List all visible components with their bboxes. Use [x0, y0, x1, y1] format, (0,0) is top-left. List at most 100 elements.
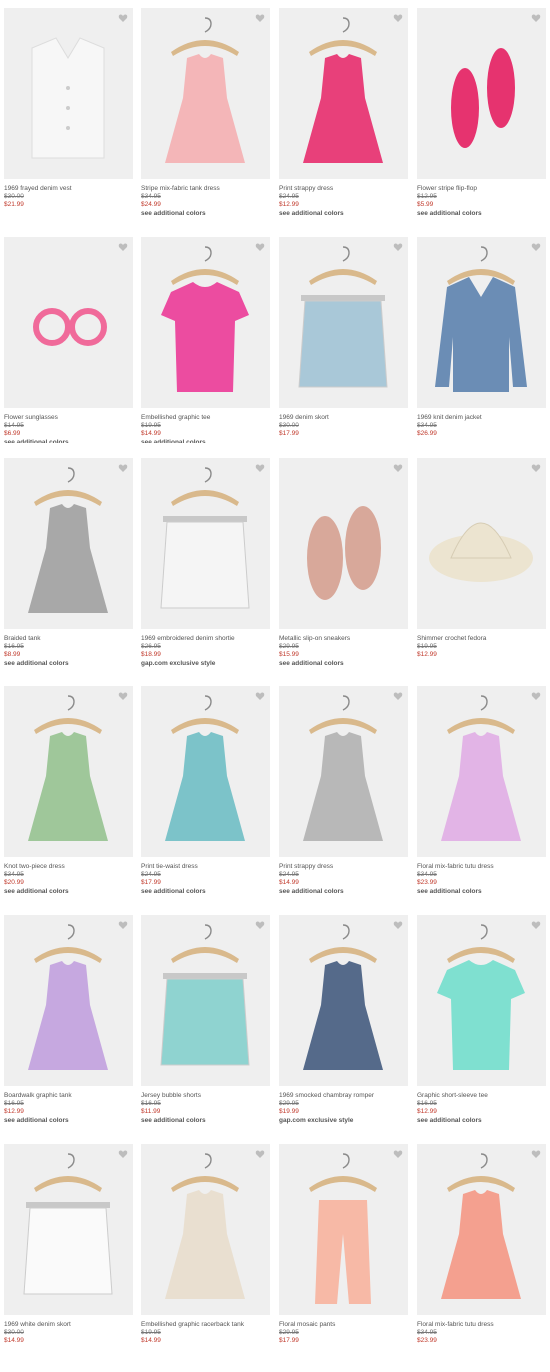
see-additional-colors-link[interactable]: see additional colors — [141, 439, 206, 443]
favorite-heart-icon[interactable] — [118, 1149, 128, 1159]
product-name[interactable]: Floral mix-fabric tutu dress — [417, 1321, 494, 1329]
product-image[interactable] — [417, 915, 546, 1086]
product-image[interactable] — [141, 915, 270, 1086]
product-card[interactable]: Embellished graphic tee $19.95 $14.99 see a… — [141, 237, 270, 465]
see-additional-colors-link[interactable]: see additional colors — [4, 888, 69, 896]
see-additional-colors-link[interactable]: see additional colors — [279, 210, 344, 218]
product-card[interactable]: 1969 embroidered denim shortie $26.95 $18.… — [141, 458, 270, 686]
product-name[interactable]: 1969 embroidered denim shortie — [141, 635, 235, 643]
product-name[interactable]: Embellished graphic racerback tank — [141, 1321, 244, 1329]
see-additional-colors-link[interactable]: see additional colors — [417, 1117, 482, 1125]
product-card[interactable]: Stripe mix-fabric tank dress $34.95 $24.99… — [141, 8, 270, 236]
product-card[interactable]: Knot two-piece dress $34.95 $20.99 see addi… — [4, 686, 133, 914]
see-additional-colors-link[interactable]: see additional colors — [4, 439, 69, 443]
product-image[interactable] — [4, 237, 133, 408]
see-additional-colors-link[interactable]: see additional colors — [141, 210, 206, 218]
favorite-heart-icon[interactable] — [393, 1149, 403, 1159]
product-name[interactable]: Print tie-waist dress — [141, 863, 198, 871]
product-name[interactable]: 1969 smocked chambray romper — [279, 1092, 374, 1100]
product-image[interactable] — [417, 8, 546, 179]
product-card[interactable]: 1969 knit denim jacket $34.95 $26.99 — [417, 237, 546, 465]
favorite-heart-icon[interactable] — [531, 920, 541, 930]
product-card[interactable]: Jersey bubble shorts $16.95 $11.99 see addi… — [141, 915, 270, 1143]
product-image[interactable] — [417, 237, 546, 408]
product-card[interactable]: 1969 denim skort $30.00 $17.99 — [279, 237, 408, 465]
favorite-heart-icon[interactable] — [255, 1149, 265, 1159]
product-card[interactable]: 1969 white denim skort $30.00 $14.99 — [4, 1144, 133, 1372]
product-name[interactable]: Knot two-piece dress — [4, 863, 65, 871]
favorite-heart-icon[interactable] — [118, 920, 128, 930]
product-card[interactable]: Boardwalk graphic tank $16.95 $12.99 see ad… — [4, 915, 133, 1143]
product-image[interactable] — [279, 458, 408, 629]
favorite-heart-icon[interactable] — [255, 242, 265, 252]
product-card[interactable]: Print tie-waist dress $24.95 $17.99 see add… — [141, 686, 270, 914]
favorite-heart-icon[interactable] — [393, 691, 403, 701]
favorite-heart-icon[interactable] — [255, 691, 265, 701]
product-card[interactable]: Metallic slip-on sneakers $29.95 $15.99 see… — [279, 458, 408, 686]
favorite-heart-icon[interactable] — [393, 13, 403, 23]
favorite-heart-icon[interactable] — [531, 463, 541, 473]
product-image[interactable] — [141, 1144, 270, 1315]
product-name[interactable]: Shimmer crochet fedora — [417, 635, 486, 643]
product-image[interactable] — [4, 915, 133, 1086]
see-additional-colors-link[interactable]: see additional colors — [417, 210, 482, 218]
favorite-heart-icon[interactable] — [118, 13, 128, 23]
favorite-heart-icon[interactable] — [118, 691, 128, 701]
product-image[interactable] — [279, 237, 408, 408]
product-image[interactable] — [4, 1144, 133, 1315]
favorite-heart-icon[interactable] — [393, 920, 403, 930]
product-name[interactable]: 1969 frayed denim vest — [4, 185, 72, 193]
product-name[interactable]: Flower sunglasses — [4, 414, 58, 422]
favorite-heart-icon[interactable] — [531, 242, 541, 252]
product-card[interactable]: Graphic short-sleeve tee $16.95 $12.99 see … — [417, 915, 546, 1143]
product-card[interactable]: 1969 frayed denim vest $30.00 $21.99 — [4, 8, 133, 236]
favorite-heart-icon[interactable] — [393, 463, 403, 473]
product-image[interactable] — [279, 686, 408, 857]
product-name[interactable]: Metallic slip-on sneakers — [279, 635, 350, 643]
product-name[interactable]: Floral mix-fabric tutu dress — [417, 863, 494, 871]
favorite-heart-icon[interactable] — [531, 691, 541, 701]
product-name[interactable]: Print strappy dress — [279, 185, 333, 193]
see-additional-colors-link[interactable]: see additional colors — [4, 1117, 69, 1125]
product-name[interactable]: Floral mosaic pants — [279, 1321, 335, 1329]
see-additional-colors-link[interactable]: see additional colors — [417, 888, 482, 896]
product-image[interactable] — [141, 8, 270, 179]
favorite-heart-icon[interactable] — [118, 242, 128, 252]
favorite-heart-icon[interactable] — [255, 13, 265, 23]
product-image[interactable] — [279, 8, 408, 179]
product-card[interactable]: Embellished graphic racerback tank $19.95… — [141, 1144, 270, 1372]
see-additional-colors-link[interactable]: see additional colors — [4, 660, 69, 668]
see-additional-colors-link[interactable]: see additional colors — [141, 888, 206, 896]
product-card[interactable]: 1969 smocked chambray romper $29.95 $19.99… — [279, 915, 408, 1143]
product-card[interactable]: Shimmer crochet fedora $19.95 $12.99 — [417, 458, 546, 686]
product-image[interactable] — [4, 686, 133, 857]
favorite-heart-icon[interactable] — [255, 463, 265, 473]
see-additional-colors-link[interactable]: see additional colors — [279, 660, 344, 668]
product-image[interactable] — [279, 915, 408, 1086]
favorite-heart-icon[interactable] — [393, 242, 403, 252]
product-card[interactable]: Floral mix-fabric tutu dress $34.95 $23.99 — [417, 1144, 546, 1372]
product-name[interactable]: 1969 knit denim jacket — [417, 414, 482, 422]
product-name[interactable]: Flower stripe flip-flop — [417, 185, 477, 193]
product-name[interactable]: Jersey bubble shorts — [141, 1092, 201, 1100]
product-image[interactable] — [417, 686, 546, 857]
product-image[interactable] — [4, 458, 133, 629]
product-name[interactable]: Print strappy dress — [279, 863, 333, 871]
product-name[interactable]: Embellished graphic tee — [141, 414, 210, 422]
product-card[interactable]: Flower stripe flip-flop $12.95 $5.99 see ad… — [417, 8, 546, 236]
favorite-heart-icon[interactable] — [531, 1149, 541, 1159]
product-card[interactable]: Print strappy dress $24.95 $12.99 see addit… — [279, 8, 408, 236]
favorite-heart-icon[interactable] — [255, 920, 265, 930]
product-card[interactable]: Flower sunglasses $14.95 $6.99 see addition… — [4, 237, 133, 465]
product-name[interactable]: Braided tank — [4, 635, 41, 643]
product-name[interactable]: 1969 white denim skort — [4, 1321, 71, 1329]
see-additional-colors-link[interactable]: see additional colors — [279, 888, 344, 896]
product-name[interactable]: Boardwalk graphic tank — [4, 1092, 72, 1100]
product-image[interactable] — [417, 1144, 546, 1315]
product-image[interactable] — [279, 1144, 408, 1315]
favorite-heart-icon[interactable] — [118, 463, 128, 473]
favorite-heart-icon[interactable] — [531, 13, 541, 23]
product-card[interactable]: Floral mosaic pants $29.95 $17.99 — [279, 1144, 408, 1372]
product-card[interactable]: Print strappy dress $24.95 $14.99 see addit… — [279, 686, 408, 914]
see-additional-colors-link[interactable]: see additional colors — [141, 1117, 206, 1125]
